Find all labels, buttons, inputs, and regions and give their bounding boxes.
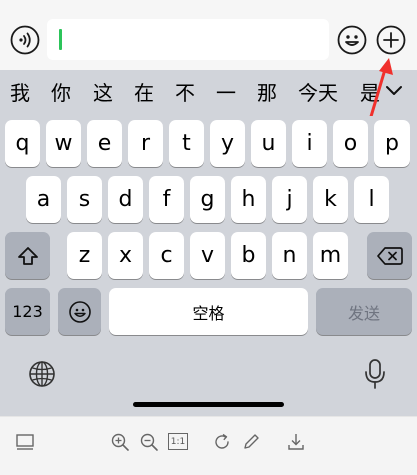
key-b[interactable]: b xyxy=(231,232,266,279)
key-w[interactable]: w xyxy=(46,120,81,167)
send-key[interactable]: 发送 xyxy=(316,288,412,335)
space-key[interactable]: 空格 xyxy=(109,288,308,335)
emoji-icon xyxy=(68,300,91,323)
key-q[interactable]: q xyxy=(5,120,40,167)
shift-key[interactable] xyxy=(5,232,50,279)
candidate-item[interactable]: 你 xyxy=(51,80,71,106)
candidate-bar: 我 你 这 在 不 一 那 今天 是 xyxy=(0,70,417,116)
key-p[interactable]: p xyxy=(374,120,410,167)
key-j[interactable]: j xyxy=(272,176,307,223)
plus-icon[interactable] xyxy=(376,25,406,55)
key-g[interactable]: g xyxy=(190,176,225,223)
key-v[interactable]: v xyxy=(190,232,225,279)
voice-input-icon[interactable] xyxy=(10,25,40,55)
key-u[interactable]: u xyxy=(251,120,286,167)
shift-icon xyxy=(17,246,38,265)
keyboard: q w e r t y u i o p a s d f g h j k l z … xyxy=(0,116,417,412)
candidate-item[interactable]: 是 xyxy=(360,80,380,106)
key-e[interactable]: e xyxy=(87,120,122,167)
key-c[interactable]: c xyxy=(149,232,184,279)
backspace-key[interactable] xyxy=(367,232,412,279)
chevron-down-icon xyxy=(386,86,402,95)
candidate-item[interactable]: 在 xyxy=(134,80,154,106)
candidate-item[interactable]: 我 xyxy=(10,80,30,106)
home-indicator xyxy=(133,402,284,407)
message-text-field[interactable] xyxy=(47,19,329,60)
globe-icon[interactable] xyxy=(28,360,56,388)
key-y[interactable]: y xyxy=(210,120,245,167)
edit-icon[interactable] xyxy=(241,432,261,452)
key-o[interactable]: o xyxy=(333,120,368,167)
backspace-icon xyxy=(376,246,403,265)
candidate-item[interactable]: 一 xyxy=(216,80,236,106)
candidate-item[interactable]: 今天 xyxy=(298,80,338,106)
key-f[interactable]: f xyxy=(149,176,184,223)
numbers-key[interactable]: 123 xyxy=(5,288,50,335)
microphone-icon[interactable] xyxy=(362,358,388,390)
text-caret xyxy=(59,29,62,50)
key-n[interactable]: n xyxy=(272,232,307,279)
message-input-bar xyxy=(0,0,417,70)
candidate-item[interactable]: 那 xyxy=(257,80,277,106)
key-r[interactable]: r xyxy=(128,120,163,167)
key-z[interactable]: z xyxy=(67,232,102,279)
key-k[interactable]: k xyxy=(313,176,348,223)
expand-candidates-button[interactable] xyxy=(379,80,409,102)
candidate-item[interactable]: 这 xyxy=(93,80,113,106)
key-t[interactable]: t xyxy=(169,120,204,167)
key-m[interactable]: m xyxy=(313,232,348,279)
download-icon[interactable] xyxy=(286,432,306,452)
key-s[interactable]: s xyxy=(67,176,102,223)
key-a[interactable]: a xyxy=(26,176,61,223)
zoom-in-icon[interactable] xyxy=(110,432,130,452)
key-h[interactable]: h xyxy=(231,176,266,223)
key-i[interactable]: i xyxy=(292,120,327,167)
actual-size-icon[interactable]: 1:1 xyxy=(168,433,188,450)
image-viewer-toolbar: 1:1 xyxy=(0,416,417,475)
candidate-item[interactable]: 不 xyxy=(175,80,195,106)
key-x[interactable]: x xyxy=(108,232,143,279)
layout-icon[interactable] xyxy=(15,432,35,452)
rotate-icon[interactable] xyxy=(212,432,232,452)
emoji-icon[interactable] xyxy=(337,25,367,55)
emoji-key[interactable] xyxy=(58,288,101,335)
key-d[interactable]: d xyxy=(108,176,143,223)
zoom-out-icon[interactable] xyxy=(139,432,159,452)
key-l[interactable]: l xyxy=(354,176,389,223)
